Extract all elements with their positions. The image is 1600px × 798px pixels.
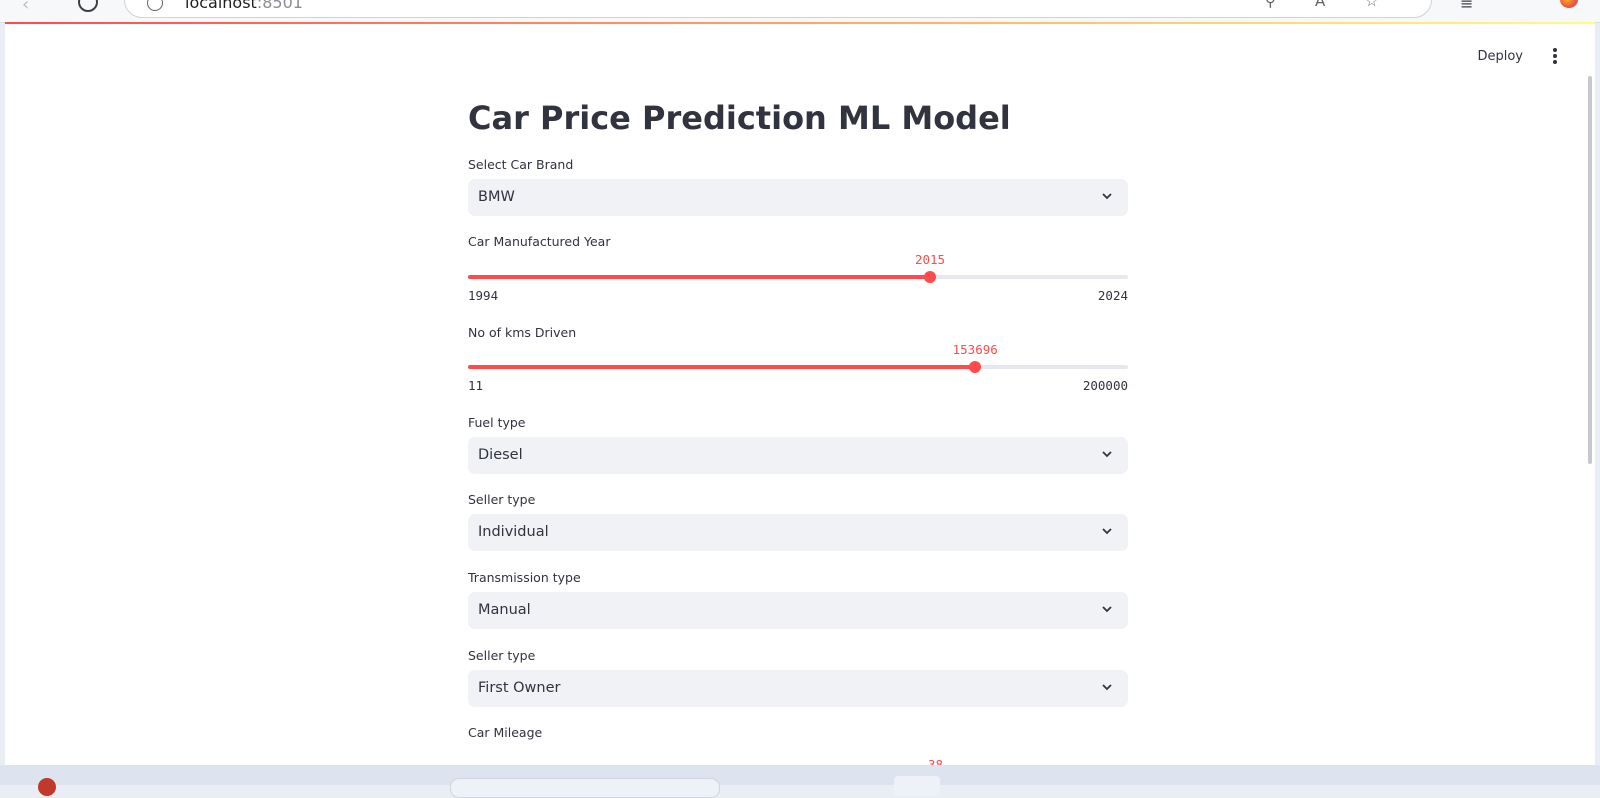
notification-badge-icon[interactable] bbox=[38, 778, 56, 796]
favorite-star-icon[interactable]: ☆ bbox=[1365, 0, 1378, 10]
mileage-label: Car Mileage bbox=[468, 725, 543, 740]
seller-label: Seller type bbox=[468, 492, 536, 507]
owner-select-value: First Owner bbox=[478, 680, 561, 696]
address-text[interactable]: localhost:8501 bbox=[185, 0, 303, 12]
main-menu-icon[interactable] bbox=[1545, 46, 1565, 66]
slider-fill bbox=[468, 275, 930, 279]
kms-slider[interactable]: 153696 11 200000 bbox=[468, 342, 1128, 402]
address-port: :8501 bbox=[256, 0, 303, 12]
header-decoration bbox=[5, 22, 1595, 24]
reload-icon[interactable] bbox=[78, 0, 98, 12]
browser-toolbar: ‹ localhost:8501 ⚲ A ☆ ≡ bbox=[0, 0, 1600, 23]
address-bar[interactable]: localhost:8501 ⚲ A ☆ bbox=[124, 0, 1432, 18]
chevron-down-icon bbox=[1102, 606, 1112, 613]
brand-select[interactable]: BMW bbox=[468, 179, 1128, 216]
slider-current-value: 2015 bbox=[914, 252, 946, 267]
taskbar-app-tile[interactable] bbox=[894, 776, 940, 796]
transmission-select[interactable]: Manual bbox=[468, 592, 1128, 629]
kms-label: No of kms Driven bbox=[468, 325, 577, 340]
slider-max: 2024 bbox=[1097, 288, 1128, 303]
favorites-list-icon[interactable]: ≡ bbox=[1460, 0, 1473, 13]
page-title: Car Price Prediction ML Model bbox=[468, 99, 1011, 137]
slider-thumb[interactable] bbox=[969, 361, 982, 373]
seller-select-value: Individual bbox=[478, 524, 549, 540]
brand-label: Select Car Brand bbox=[468, 157, 574, 172]
address-host: localhost bbox=[185, 0, 257, 12]
year-slider[interactable]: 2015 1994 2024 bbox=[468, 252, 1128, 312]
read-aloud-icon[interactable]: A bbox=[1315, 0, 1325, 10]
transmission-select-value: Manual bbox=[478, 602, 531, 618]
brand-select-value: BMW bbox=[478, 189, 515, 205]
fuel-select[interactable]: Diesel bbox=[468, 437, 1128, 474]
slider-current-value: 153696 bbox=[952, 342, 998, 357]
slider-thumb[interactable] bbox=[924, 271, 936, 283]
search-icon[interactable]: ⚲ bbox=[1265, 0, 1276, 10]
deploy-button[interactable]: Deploy bbox=[1473, 47, 1527, 66]
chevron-down-icon bbox=[1102, 528, 1112, 535]
chevron-down-icon bbox=[1102, 451, 1112, 458]
owner-label: Seller type bbox=[468, 648, 536, 663]
transmission-label: Transmission type bbox=[468, 570, 581, 585]
taskbar-search[interactable] bbox=[450, 778, 720, 798]
owner-select[interactable]: First Owner bbox=[468, 670, 1128, 707]
fuel-label: Fuel type bbox=[468, 415, 526, 430]
app-toolbar: Deploy bbox=[1473, 46, 1565, 66]
copilot-icon[interactable] bbox=[1560, 0, 1578, 8]
fuel-select-value: Diesel bbox=[478, 447, 523, 463]
streamlit-app: Deploy Car Price Prediction ML Model Sel… bbox=[5, 22, 1595, 765]
slider-fill bbox=[468, 365, 976, 369]
mileage-slider-current-value: 38 bbox=[928, 757, 944, 765]
slider-min: 1994 bbox=[468, 288, 499, 303]
taskbar bbox=[0, 765, 1600, 798]
site-info-icon[interactable] bbox=[147, 0, 163, 11]
slider-min: 11 bbox=[468, 378, 484, 393]
back-arrow-icon[interactable]: ‹ bbox=[22, 0, 29, 15]
year-label: Car Manufactured Year bbox=[468, 234, 611, 249]
seller-select[interactable]: Individual bbox=[468, 514, 1128, 551]
chevron-down-icon bbox=[1102, 193, 1112, 200]
chevron-down-icon bbox=[1102, 684, 1112, 691]
slider-max: 200000 bbox=[1082, 378, 1128, 393]
scrollbar[interactable] bbox=[1588, 76, 1592, 464]
